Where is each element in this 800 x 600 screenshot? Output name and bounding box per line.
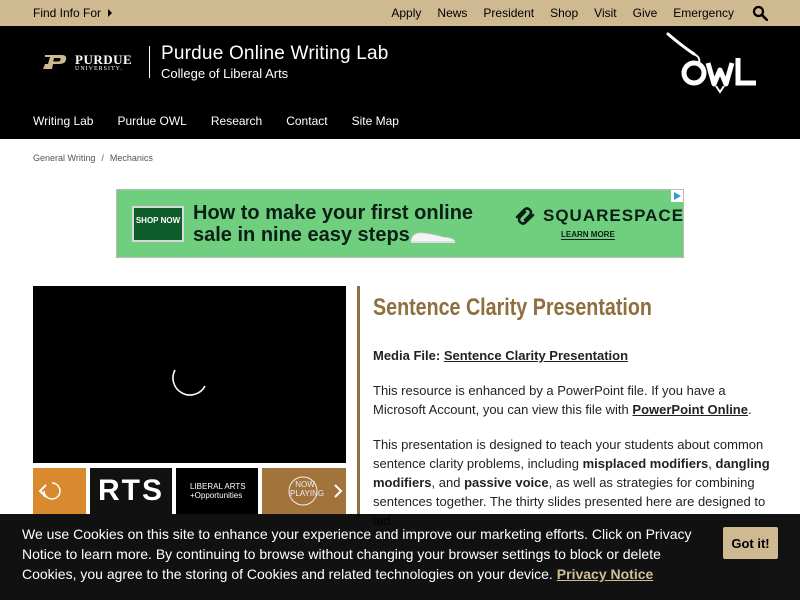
thumbnail-3-subtitle: +Opportunities	[190, 491, 243, 500]
powerpoint-online-link[interactable]: PowerPoint Online	[632, 402, 748, 417]
ad-brand-name: SQUARESPACE	[543, 206, 685, 225]
video-thumbnail-1[interactable]	[33, 468, 86, 514]
header-divider	[149, 46, 150, 78]
now-playing-label: NOW PLAYING	[290, 480, 325, 498]
find-info-for-menu[interactable]: Find Info For	[33, 6, 113, 20]
link-president[interactable]: President	[483, 6, 534, 20]
utility-bar: Find Info For Apply News President Shop …	[0, 0, 800, 26]
link-news[interactable]: News	[437, 6, 467, 20]
owl-logo-icon[interactable]	[664, 32, 764, 94]
term-misplaced-modifiers: misplaced modifiers	[582, 456, 709, 471]
nav-contact[interactable]: Contact	[286, 114, 327, 128]
cookie-banner: We use Cookies on this site to enhance y…	[0, 514, 800, 600]
thumbnail-2-text: RTS	[98, 474, 164, 507]
content-accent-rule	[357, 286, 360, 516]
site-subtitle[interactable]: College of Liberal Arts	[161, 66, 288, 81]
ad-learn-more-link[interactable]: LEARN MORE	[561, 230, 615, 240]
breadcrumb-mechanics[interactable]: Mechanics	[110, 153, 153, 163]
caret-right-icon	[108, 9, 113, 17]
link-visit[interactable]: Visit	[594, 6, 616, 20]
link-emergency[interactable]: Emergency	[673, 6, 734, 20]
breadcrumb: General Writing / Mechanics	[33, 153, 153, 163]
ad-shop-now-button[interactable]: SHOP NOW	[132, 206, 184, 242]
breadcrumb-general-writing[interactable]: General Writing	[33, 153, 95, 163]
link-apply[interactable]: Apply	[391, 6, 421, 20]
purdue-p-logo-icon[interactable]	[42, 54, 68, 70]
video-thumbnail-4[interactable]: NOW PLAYING	[262, 468, 346, 514]
breadcrumb-separator: /	[101, 153, 104, 163]
video-thumbnail-3[interactable]: LIBERAL ARTS +Opportunities	[176, 468, 258, 514]
ad-brand: SQUARESPACE	[513, 206, 684, 226]
paragraph-1-end: .	[747, 402, 752, 417]
page-title: Sentence Clarity Presentation	[373, 294, 652, 321]
media-file-label: Media File:	[373, 348, 441, 363]
nav-site-map[interactable]: Site Map	[352, 114, 399, 128]
media-file-link[interactable]: Sentence Clarity Presentation	[444, 348, 628, 363]
cookie-message: We use Cookies on this site to enhance y…	[22, 524, 712, 584]
replay-icon	[43, 482, 61, 500]
adchoices-icon[interactable]	[671, 190, 683, 202]
site-title[interactable]: Purdue Online Writing Lab	[161, 43, 389, 65]
nav-research[interactable]: Research	[211, 114, 262, 128]
main-content: Sentence Clarity Presentation Media File…	[373, 294, 773, 530]
squarespace-logo-icon	[515, 207, 535, 225]
loading-spinner-icon	[172, 369, 206, 396]
video-player[interactable]	[33, 286, 346, 463]
find-info-label: Find Info For	[33, 6, 102, 20]
cookie-accept-button[interactable]: Got it!	[723, 527, 778, 559]
video-thumbnail-strip: RTS LIBERAL ARTS +Opportunities NOW PLAY…	[33, 468, 346, 514]
nav-purdue-owl[interactable]: Purdue OWL	[117, 114, 186, 128]
chevron-right-icon[interactable]	[332, 484, 344, 498]
paragraph-2-text-c: ,	[708, 456, 712, 471]
purdue-wordmark-top: PURDUE	[75, 52, 133, 67]
link-shop[interactable]: Shop	[550, 6, 578, 20]
video-thumbnail-2[interactable]: RTS	[90, 468, 172, 514]
paragraph-2-text-d: , and	[431, 475, 461, 490]
purdue-wordmark[interactable]: PURDUE UNIVERSITY.	[75, 53, 132, 72]
privacy-notice-link[interactable]: Privacy Notice	[557, 566, 654, 582]
utility-links: Apply News President Shop Visit Give Eme…	[391, 6, 734, 20]
link-give[interactable]: Give	[633, 6, 658, 20]
search-icon[interactable]	[752, 5, 768, 21]
nav-writing-lab[interactable]: Writing Lab	[33, 114, 93, 128]
media-file-line: Media File: Sentence Clarity Presentatio…	[373, 346, 773, 365]
site-header: PURDUE UNIVERSITY. Purdue Online Writing…	[0, 26, 800, 139]
now-playing-line1: NOW	[295, 480, 315, 489]
paragraph-powerpoint: This resource is enhanced by a PowerPoin…	[373, 381, 773, 419]
term-passive-voice: passive voice	[464, 475, 549, 490]
thumbnail-3-title: LIBERAL ARTS	[190, 482, 246, 491]
sneaker-icon	[410, 232, 456, 243]
now-playing-line2: PLAYING	[290, 489, 325, 498]
ad-headline-line1: How to make your first online	[193, 202, 474, 224]
squarespace-ad-banner[interactable]: SHOP NOW How to make your first online s…	[116, 189, 684, 258]
main-nav: Writing Lab Purdue OWL Research Contact …	[33, 114, 399, 128]
